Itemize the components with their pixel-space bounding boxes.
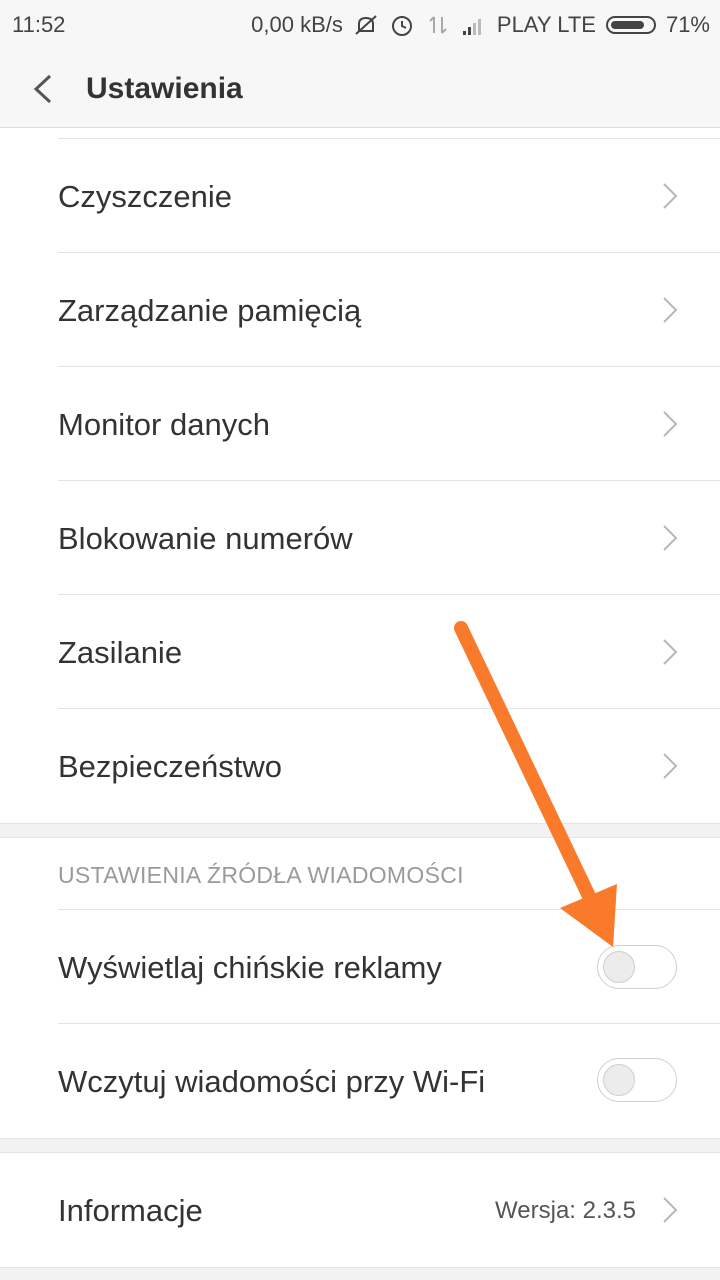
version-text: Wersja: 2.3.5: [495, 1197, 636, 1224]
alarm-icon: [391, 16, 412, 36]
menu-item-power[interactable]: Zasilanie: [0, 595, 720, 709]
chevron-right-icon: [663, 411, 678, 437]
toggle-row-chinese-ads: Wyświetlaj chińskie reklamy: [0, 910, 720, 1024]
battery-icon: [605, 16, 656, 34]
menu-item-label: Blokowanie numerów: [58, 521, 353, 556]
carrier-label: PLAY LTE: [496, 12, 596, 37]
menu-item-storage[interactable]: Zarządzanie pamięcią: [0, 253, 720, 367]
chevron-right-icon: [663, 639, 678, 665]
menu-item-label: Informacje: [58, 1193, 203, 1228]
section-gap: [0, 1138, 720, 1153]
silent-icon: [355, 15, 377, 35]
status-right: 0,00 kB/s PLAY LTE 71%: [251, 12, 710, 38]
status-bar: 11:52 0,00 kB/s PLAY LTE 71%: [0, 0, 720, 50]
toggle-row-wifi-news: Wczytuj wiadomości przy Wi-Fi: [0, 1024, 720, 1138]
menu-item-blocklist[interactable]: Blokowanie numerów: [0, 481, 720, 595]
chevron-right-icon: [663, 753, 678, 779]
chevron-right-icon: [663, 183, 678, 209]
section-header: USTAWIENIA ŹRÓDŁA WIADOMOŚCI: [58, 862, 464, 888]
menu-item-security[interactable]: Bezpieczeństwo: [0, 709, 720, 823]
back-arrow-icon[interactable]: [26, 70, 60, 108]
status-time: 11:52: [12, 12, 66, 37]
data-arrows-icon: [429, 16, 447, 34]
chevron-right-icon: [663, 1197, 678, 1223]
menu-item-label: Czyszczenie: [58, 179, 232, 214]
battery-percent: 71%: [665, 12, 710, 37]
menu-item-label: Monitor danych: [58, 407, 270, 442]
section-gap: [0, 823, 720, 838]
menu-item-cleaning[interactable]: Czyszczenie: [0, 139, 720, 253]
menu-item-data-monitor[interactable]: Monitor danych: [0, 367, 720, 481]
toggle-knob: [603, 951, 635, 983]
net-speed: 0,00 kB/s: [251, 12, 343, 37]
menu-item-label: Zasilanie: [58, 635, 183, 670]
toggle-label: Wyświetlaj chińskie reklamy: [58, 950, 442, 985]
chevron-right-icon: [663, 525, 678, 551]
menu-item-label: Zarządzanie pamięcią: [58, 293, 362, 328]
app-header: Ustawienia: [0, 50, 720, 128]
toggle-label: Wczytuj wiadomości przy Wi-Fi: [58, 1064, 486, 1099]
menu-item-info[interactable]: Informacje Wersja: 2.3.5: [0, 1153, 720, 1267]
menu-item-label: Bezpieczeństwo: [58, 749, 283, 784]
section-gap: [0, 1267, 720, 1280]
wifi-news-toggle[interactable]: [597, 1058, 677, 1102]
page-title: Ustawienia: [86, 72, 243, 105]
toggle-knob: [603, 1064, 635, 1096]
chinese-ads-toggle[interactable]: [597, 945, 677, 989]
chevron-right-icon: [663, 297, 678, 323]
signal-icon: [462, 19, 481, 35]
